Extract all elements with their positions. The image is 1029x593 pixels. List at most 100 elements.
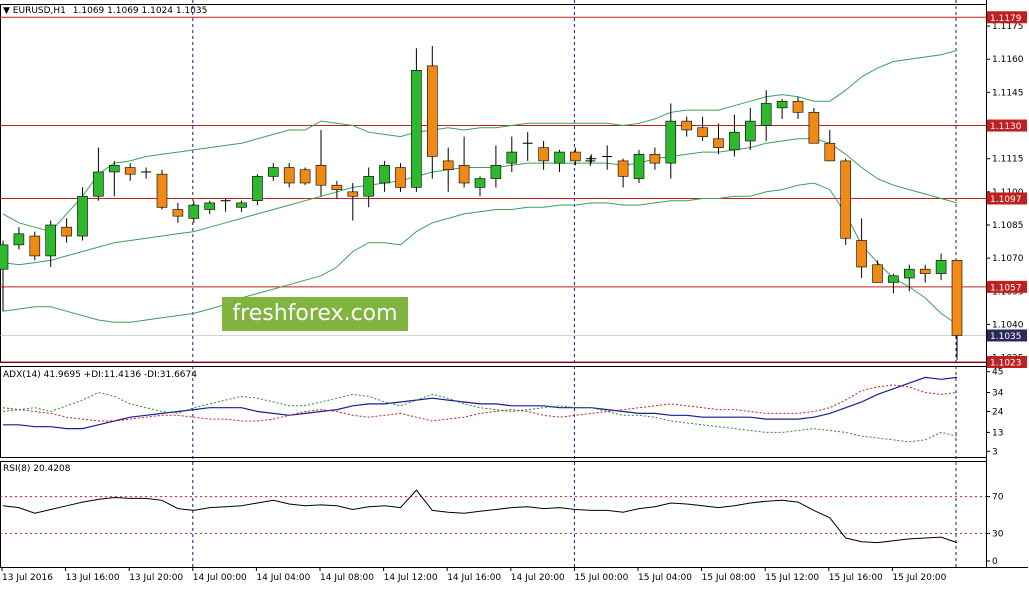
candle-body [840, 160, 852, 239]
candle-body [395, 167, 406, 188]
price-level-label: 1.1130 [990, 122, 1022, 132]
candle-body [506, 151, 518, 164]
candle-body [267, 167, 279, 177]
candle-body [124, 167, 136, 175]
candle-body [331, 184, 343, 190]
candle-body [935, 260, 947, 274]
candle-body [903, 268, 915, 279]
candle-body [252, 176, 263, 201]
freshforex-watermark: freshforex.com [222, 297, 408, 331]
candle-body [808, 111, 820, 144]
candle-body [649, 153, 661, 164]
candle-body [172, 209, 184, 217]
candle-body [29, 235, 41, 257]
time-tick-label: 15 Jul 12:00 [765, 573, 819, 583]
price-level-label: 1.1057 [990, 283, 1022, 293]
time-tick-label: 14 Jul 04:00 [256, 573, 310, 583]
candle-body [411, 69, 422, 188]
panel-frame [0, 4, 987, 363]
candle-body [824, 142, 836, 162]
candle-body [697, 127, 708, 137]
candle-body [236, 202, 247, 208]
candle-body [872, 264, 883, 283]
candle-body [109, 165, 120, 173]
time-tick-label: 14 Jul 20:00 [511, 573, 565, 583]
candle-body [617, 160, 629, 177]
adx-label: ADX(14) 41.9695 +DI:11.4136 -DI:31.6674 [3, 370, 197, 380]
ohlc-readout: 1.1069 1.1069 1.1024 1.1035 [72, 6, 208, 16]
price-level-label: 1.1097 [990, 195, 1022, 205]
candle-body [283, 167, 295, 184]
candle-body [363, 176, 375, 197]
candle-body [426, 65, 438, 157]
candle-body [792, 100, 804, 113]
adx-tick-label: 24 [992, 408, 1004, 418]
adx-tick-label: 34 [992, 389, 1004, 399]
time-tick-label: 15 Jul 20:00 [892, 573, 946, 583]
price-tick-label: 1.1085 [992, 221, 1024, 231]
candle-body [554, 151, 565, 164]
candle-body [538, 147, 549, 162]
time-tick-label: 14 Jul 08:00 [320, 573, 374, 583]
candle-body [744, 120, 756, 142]
bollinger-middle-line [2, 138, 958, 266]
adx-main-line [3, 376, 958, 430]
candle-body [919, 268, 931, 274]
chart-svg: 1.11751.11601.11451.11301.11151.11001.10… [0, 0, 1028, 583]
candle-body [93, 171, 104, 197]
candle-body [347, 191, 359, 197]
candle-body [888, 275, 899, 283]
candle-body [951, 260, 963, 336]
adx-tick-label: 13 [992, 428, 1003, 438]
price-tick-label: 1.1145 [992, 88, 1024, 98]
time-tick-label: 14 Jul 16:00 [447, 573, 501, 583]
candle-body [474, 178, 486, 188]
candle-body [379, 165, 390, 184]
time-tick-label: 14 Jul 12:00 [384, 573, 438, 583]
time-tick-label: 13 Jul 16:00 [66, 573, 120, 583]
rsi-label: RSI(8) 20.4208 [3, 464, 71, 474]
rsi-line [2, 489, 958, 544]
adx-tick-label: 45 [992, 368, 1003, 378]
candle-body [188, 204, 200, 219]
dropdown-triangle-icon[interactable]: ▼ [3, 6, 10, 16]
time-tick-label: 14 Jul 00:00 [193, 573, 247, 583]
candle-body [776, 100, 788, 109]
candle-body [13, 233, 25, 246]
candle-body [729, 131, 740, 151]
candle-body [681, 120, 693, 131]
panel-frame [0, 461, 987, 568]
time-tick-label: 13 Jul 20:00 [129, 573, 183, 583]
candle-body [61, 226, 72, 237]
adx-tick-label: 3 [992, 447, 998, 457]
price-tick-label: 1.1160 [992, 55, 1024, 65]
candle-body [0, 244, 9, 270]
candle-body [299, 169, 311, 184]
time-tick-label: 15 Jul 04:00 [638, 573, 692, 583]
time-tick-label: 15 Jul 00:00 [574, 573, 628, 583]
chart-header: ▼ EURUSD,H1 1.1069 1.1069 1.1024 1.1035 [3, 6, 207, 16]
time-tick-label: 13 Jul 2016 [2, 573, 53, 583]
rsi-tick-label: 0 [992, 557, 998, 567]
panel-frame [0, 366, 987, 458]
rsi-tick-label: 70 [992, 493, 1004, 503]
current-price-label: 1.1035 [990, 332, 1022, 342]
candle-body [45, 224, 57, 257]
time-tick-label: 15 Jul 16:00 [829, 573, 883, 583]
candle-body [458, 165, 470, 184]
price-tick-label: 1.1115 [992, 155, 1024, 165]
symbol-label: EURUSD,H1 [12, 6, 66, 16]
candle-body [760, 103, 772, 126]
candle-body [77, 195, 88, 237]
price-tick-label: 1.1040 [992, 320, 1024, 330]
candle-body [570, 151, 581, 162]
candle-body [665, 120, 677, 164]
rsi-tick-label: 30 [992, 529, 1004, 539]
candle-body [156, 173, 168, 208]
candle-body [633, 153, 645, 179]
candle-body [713, 138, 724, 148]
bollinger-lower-line [2, 182, 958, 325]
candle-body [204, 202, 215, 210]
candle-body [442, 160, 454, 171]
candle-body [315, 165, 327, 186]
